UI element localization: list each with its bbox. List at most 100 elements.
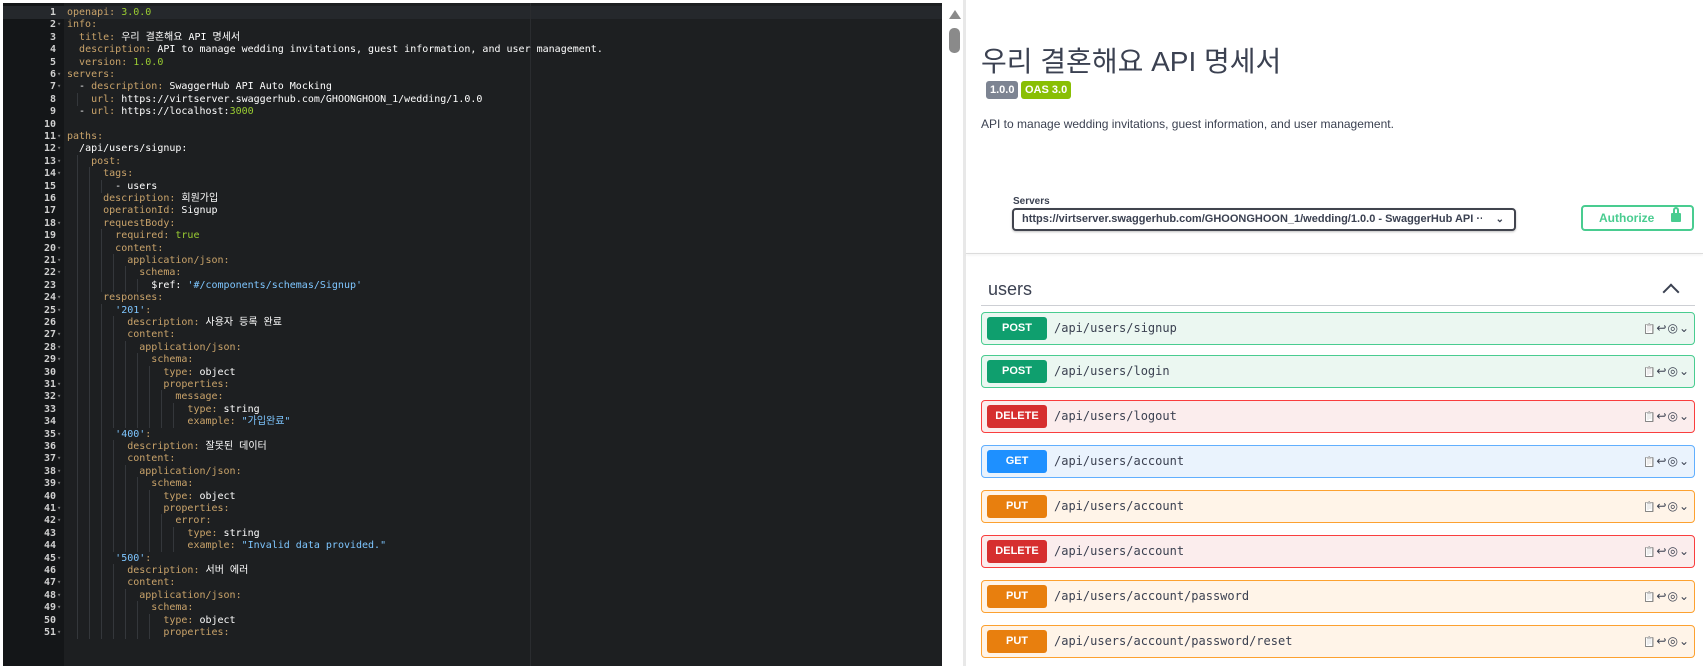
return-icon[interactable]: ↩ xyxy=(1656,544,1667,558)
code-line[interactable]: 28 ▾ application/json: xyxy=(3,340,942,354)
fold-arrow-icon[interactable]: ▾ xyxy=(57,68,63,81)
code-line[interactable]: 11 ▾ paths: xyxy=(3,130,942,143)
return-icon[interactable]: ↩ xyxy=(1656,409,1667,423)
code-line[interactable]: 18 ▾ requestBody: xyxy=(3,216,942,230)
return-icon[interactable]: ↩ xyxy=(1656,589,1667,603)
code-line[interactable]: 41 ▾ properties: xyxy=(3,502,942,515)
code-line[interactable]: 31 ▾ properties: xyxy=(3,378,942,391)
code-line[interactable]: 10 xyxy=(3,118,942,131)
code-line[interactable]: 22 ▾ schema: xyxy=(3,266,942,280)
fold-arrow-icon[interactable]: ▾ xyxy=(57,328,63,341)
authorize-button[interactable]: Authorize xyxy=(1581,205,1694,231)
fold-arrow-icon[interactable]: ▾ xyxy=(57,254,63,267)
fold-arrow-icon[interactable]: ▾ xyxy=(57,167,63,180)
return-icon[interactable]: ↩ xyxy=(1656,634,1667,648)
code-line[interactable]: 14 ▾ tags: xyxy=(3,167,942,181)
code-line[interactable]: 46 description: 서버 에러 xyxy=(3,564,942,577)
fold-arrow-icon[interactable]: ▾ xyxy=(57,242,63,255)
operation-delete-row[interactable]: DELETE/api/users/account 📋↩◎⌄ xyxy=(981,535,1695,568)
return-icon[interactable]: ↩ xyxy=(1656,364,1667,378)
compass-icon[interactable]: ◎ xyxy=(1667,454,1678,468)
code-line[interactable]: 37 ▾ content: xyxy=(3,452,942,466)
code-line[interactable]: 38 ▾ application/json: xyxy=(3,464,942,478)
chevron-down-icon[interactable]: ⌄ xyxy=(1679,321,1690,335)
code-line[interactable]: 29 ▾ schema: xyxy=(3,353,942,367)
compass-icon[interactable]: ◎ xyxy=(1667,634,1678,648)
chevron-down-icon[interactable]: ⌄ xyxy=(1679,544,1690,558)
code-line[interactable]: 42 ▾ error: xyxy=(3,514,942,528)
chevron-down-icon[interactable]: ⌄ xyxy=(1679,409,1690,423)
code-line[interactable]: 40 type: object xyxy=(3,489,942,503)
fold-arrow-icon[interactable]: ▾ xyxy=(57,217,63,230)
code-line[interactable]: 12 ▾ /api/users/signup: xyxy=(3,142,942,155)
scroll-up-arrow-icon[interactable] xyxy=(949,10,961,19)
code-line[interactable]: 35 ▾ '400': xyxy=(3,427,942,441)
code-line[interactable]: 5 version: 1.0.0 xyxy=(3,56,942,69)
code-line[interactable]: 21 ▾ application/json: xyxy=(3,254,942,267)
clipboard-icon[interactable]: 📋 xyxy=(1643,547,1656,558)
clipboard-icon[interactable]: 📋 xyxy=(1643,324,1656,335)
compass-icon[interactable]: ◎ xyxy=(1667,499,1678,513)
code-line[interactable]: 15 - users xyxy=(3,179,942,193)
fold-arrow-icon[interactable]: ▾ xyxy=(57,142,63,155)
code-line[interactable]: 25 ▾ '201': xyxy=(3,303,942,317)
chevron-down-icon[interactable]: ⌄ xyxy=(1679,634,1690,648)
code-line[interactable]: 1 openapi: 3.0.0 xyxy=(3,6,942,19)
fold-arrow-icon[interactable]: ▾ xyxy=(57,353,63,366)
tag-section-users[interactable]: users xyxy=(981,273,1695,306)
clipboard-icon[interactable]: 📋 xyxy=(1643,457,1656,468)
code-line[interactable]: 32 ▾ message: xyxy=(3,390,942,404)
clipboard-icon[interactable]: 📋 xyxy=(1643,637,1656,648)
code-line[interactable]: 33 type: string xyxy=(3,402,942,416)
code-line[interactable]: 20 ▾ content: xyxy=(3,241,942,255)
code-line[interactable]: 2 ▾ info: xyxy=(3,18,942,31)
operation-post-row[interactable]: POST/api/users/signup 📋↩◎⌄ xyxy=(981,312,1695,345)
fold-arrow-icon[interactable]: ▾ xyxy=(57,266,63,279)
editor-surface[interactable]: 1 openapi: 3.0.0 2 ▾ info: 3 title: 우리 결혼해요 A… xyxy=(3,3,942,666)
fold-arrow-icon[interactable]: ▾ xyxy=(57,452,63,465)
fold-arrow-icon[interactable]: ▾ xyxy=(57,576,63,589)
return-icon[interactable]: ↩ xyxy=(1656,454,1667,468)
compass-icon[interactable]: ◎ xyxy=(1667,589,1678,603)
code-line[interactable]: 48 ▾ application/json: xyxy=(3,588,942,602)
fold-arrow-icon[interactable]: ▾ xyxy=(57,552,63,565)
operation-delete-row[interactable]: DELETE/api/users/logout 📋↩◎⌄ xyxy=(981,400,1695,433)
code-line[interactable]: 47 ▾ content: xyxy=(3,576,942,590)
server-select[interactable]: https://virtserver.swaggerhub.com/GHOONG… xyxy=(1012,208,1516,231)
fold-arrow-icon[interactable]: ▾ xyxy=(57,626,63,639)
code-line[interactable]: 51 ▾ properties: xyxy=(3,626,942,639)
code-line[interactable]: 7 ▾ - description: SwaggerHub API Auto Mo… xyxy=(3,80,942,93)
code-line[interactable]: 43 type: string xyxy=(3,526,942,540)
chevron-down-icon[interactable]: ⌄ xyxy=(1679,589,1690,603)
code-line[interactable]: 17 operationId: Signup xyxy=(3,204,942,218)
code-line[interactable]: 13 ▾ post: xyxy=(3,154,942,168)
editor-scrollbar[interactable] xyxy=(945,0,963,666)
compass-icon[interactable]: ◎ xyxy=(1667,364,1678,378)
fold-arrow-icon[interactable]: ▾ xyxy=(57,428,63,441)
chevron-down-icon[interactable]: ⌄ xyxy=(1679,454,1690,468)
fold-arrow-icon[interactable]: ▾ xyxy=(57,514,63,527)
clipboard-icon[interactable]: 📋 xyxy=(1643,502,1656,513)
code-line[interactable]: 4 description: API to manage wedding inv… xyxy=(3,43,942,56)
code-line[interactable]: 6 ▾ servers: xyxy=(3,68,942,81)
operation-put-row[interactable]: PUT/api/users/account 📋↩◎⌄ xyxy=(981,490,1695,523)
fold-arrow-icon[interactable]: ▾ xyxy=(57,502,63,515)
code-line[interactable]: 8 url: https://virtserver.swaggerhub.com… xyxy=(3,92,942,106)
chevron-down-icon[interactable]: ⌄ xyxy=(1679,499,1690,513)
fold-arrow-icon[interactable]: ▾ xyxy=(57,304,63,317)
chevron-up-icon[interactable] xyxy=(1662,283,1680,301)
fold-arrow-icon[interactable]: ▾ xyxy=(57,80,63,93)
code-line[interactable]: 50 type: object xyxy=(3,613,942,627)
operation-put-row[interactable]: PUT/api/users/account/password 📋↩◎⌄ xyxy=(981,580,1695,613)
code-line[interactable]: 45 ▾ '500': xyxy=(3,551,942,565)
fold-arrow-icon[interactable]: ▾ xyxy=(57,589,63,602)
code-line[interactable]: 44 example: "Invalid data provided." xyxy=(3,539,942,553)
clipboard-icon[interactable]: 📋 xyxy=(1643,412,1656,423)
fold-arrow-icon[interactable]: ▾ xyxy=(57,155,63,168)
yaml-editor[interactable]: 1 openapi: 3.0.0 2 ▾ info: 3 title: 우리 결혼해요 A… xyxy=(0,0,945,666)
fold-arrow-icon[interactable]: ▾ xyxy=(57,378,63,391)
code-line[interactable]: 49 ▾ schema: xyxy=(3,601,942,615)
chevron-down-icon[interactable]: ⌄ xyxy=(1679,364,1690,378)
fold-arrow-icon[interactable]: ▾ xyxy=(57,341,63,354)
fold-arrow-icon[interactable]: ▾ xyxy=(57,477,63,490)
